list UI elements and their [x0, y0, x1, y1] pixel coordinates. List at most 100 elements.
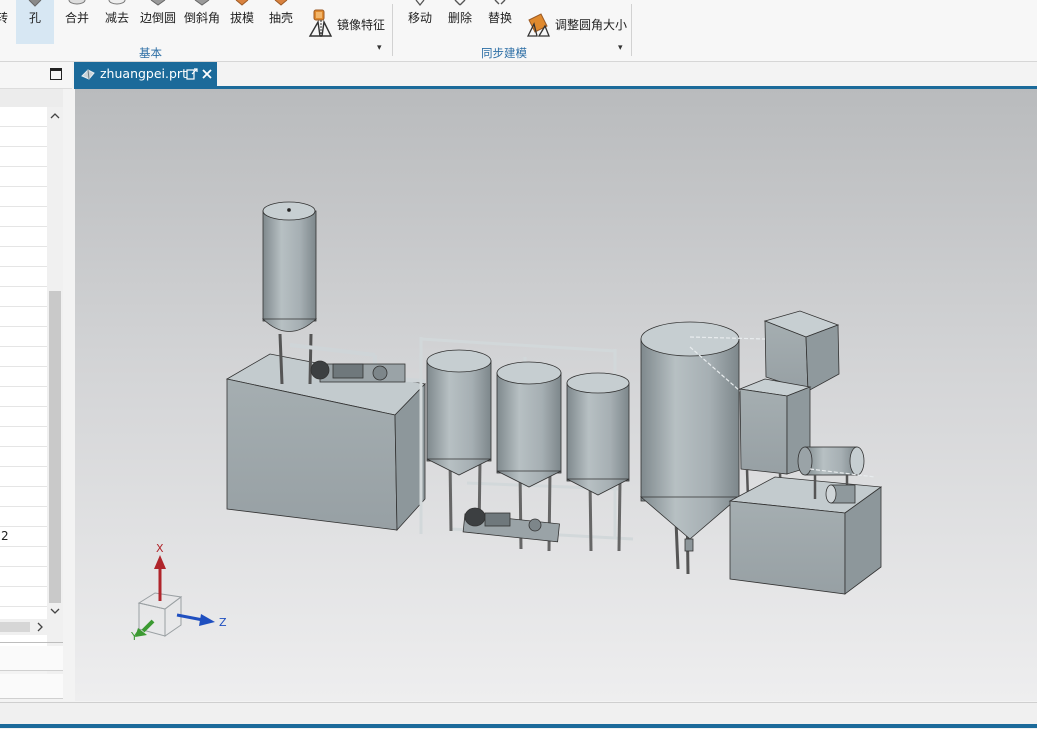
triad-y-label: Y — [130, 630, 138, 643]
right-platform[interactable] — [728, 476, 883, 595]
document-tab-bar: zhuangpei.prt — [74, 62, 1037, 87]
navigator-list: 2 — [0, 107, 47, 665]
sync-group-expand-icon[interactable]: ▾ — [618, 43, 623, 53]
edge-blend-label: 边倒圆 — [139, 11, 176, 25]
mirror-feature-icon — [308, 9, 333, 38]
resize-blend-button[interactable]: 调整圆角大小 — [525, 8, 628, 38]
preview-panel — [0, 674, 63, 699]
chamfer-icon — [194, 0, 210, 6]
unite-label: 合并 — [64, 11, 89, 25]
maximize-icon[interactable] — [50, 68, 62, 80]
list-item[interactable] — [0, 227, 47, 247]
shell-button[interactable]: 抽壳 — [266, 0, 296, 44]
pop-out-icon[interactable] — [186, 68, 198, 80]
list-item[interactable] — [0, 507, 47, 527]
ribbon-separator — [392, 4, 393, 56]
hole-button[interactable]: 孔 — [16, 0, 54, 44]
list-item[interactable] — [0, 427, 47, 447]
resize-blend-icon — [526, 13, 550, 37]
list-item[interactable] — [0, 147, 47, 167]
fermenter-tank-1[interactable] — [426, 349, 492, 535]
move-button[interactable]: 移动 — [403, 0, 437, 44]
unite-button[interactable]: 合并 — [60, 0, 94, 44]
resize-blend-label: 调整圆角大小 — [555, 18, 628, 32]
basic-group-expand-icon[interactable]: ▾ — [377, 43, 382, 53]
list-item[interactable] — [0, 387, 47, 407]
edge-blend-button[interactable]: 边倒圆 — [139, 0, 177, 44]
scroll-down-icon[interactable] — [47, 604, 63, 618]
navigator-vertical-scrollbar[interactable] — [47, 107, 63, 674]
part-file-icon — [81, 69, 95, 80]
list-item[interactable] — [0, 367, 47, 387]
list-item[interactable] — [0, 107, 47, 127]
scroll-up-icon[interactable] — [47, 109, 63, 123]
list-item[interactable] — [0, 247, 47, 267]
list-item[interactable] — [0, 127, 47, 147]
delete-icon — [454, 0, 466, 6]
move-label: 移动 — [407, 11, 432, 25]
chamfer-label: 倒斜角 — [183, 11, 220, 25]
shell-icon — [274, 0, 288, 6]
orientation-triad[interactable]: X Z Y — [125, 539, 245, 649]
list-item[interactable] — [0, 447, 47, 467]
storage-tank-large[interactable] — [639, 321, 741, 575]
mirror-feature-label: 镜像特征 — [337, 18, 386, 32]
list-item[interactable] — [0, 547, 47, 567]
tab-filename: zhuangpei.prt — [100, 66, 187, 81]
ribbon-toolbar: 转 孔 合并 减去 边倒圆 倒斜角 拔模 抽壳 镜像特征 基本 ▾ 移动 删除 … — [0, 0, 1037, 62]
list-item[interactable] — [0, 407, 47, 427]
list-item[interactable] — [0, 307, 47, 327]
shell-label: 抽壳 — [268, 11, 293, 25]
replace-button[interactable]: 替换 — [483, 0, 517, 44]
control-cabinet-upper[interactable] — [763, 310, 840, 392]
triad-x-label: X — [156, 542, 164, 555]
details-panel — [0, 646, 63, 671]
draft-icon — [235, 0, 249, 6]
fermenter-tank-3[interactable] — [566, 372, 630, 552]
navigator-header — [0, 62, 72, 89]
part-navigator: 2 — [0, 62, 72, 703]
hole-icon — [28, 0, 42, 7]
chamfer-button[interactable]: 倒斜角 — [183, 0, 221, 44]
mirror-feature-button[interactable]: 镜像特征 — [307, 8, 387, 38]
scroll-right-icon[interactable] — [33, 619, 47, 635]
list-item[interactable] — [0, 287, 47, 307]
unite-icon — [68, 0, 86, 5]
list-item[interactable] — [0, 167, 47, 187]
hole-label: 孔 — [28, 11, 41, 25]
subtract-button[interactable]: 减去 — [100, 0, 134, 44]
draft-label: 拔模 — [229, 11, 254, 25]
list-item[interactable] — [0, 567, 47, 587]
edge-blend-icon — [150, 0, 166, 6]
list-item[interactable] — [0, 267, 47, 287]
transfer-pump-bottom[interactable] — [462, 507, 560, 543]
replace-label: 替换 — [487, 11, 512, 25]
list-item[interactable] — [0, 487, 47, 507]
document-tab[interactable]: zhuangpei.prt — [74, 62, 217, 87]
subtract-icon — [108, 0, 126, 5]
replace-icon — [494, 0, 506, 5]
rotate-button[interactable]: 转 — [0, 0, 10, 44]
list-item[interactable] — [0, 327, 47, 347]
list-item[interactable] — [0, 587, 47, 607]
graphics-viewport[interactable]: X Z Y — [75, 89, 1037, 701]
close-icon[interactable] — [202, 69, 212, 79]
ribbon-separator — [631, 4, 632, 56]
draft-button[interactable]: 拔模 — [227, 0, 257, 44]
list-item[interactable]: 2 — [0, 527, 47, 547]
move-icon — [415, 0, 425, 7]
delete-label: 删除 — [447, 11, 472, 25]
list-item[interactable] — [0, 207, 47, 227]
triad-z-label: Z — [219, 616, 227, 629]
list-item-value: 2 — [1, 529, 9, 543]
panel-divider — [0, 642, 63, 643]
scroll-thumb[interactable] — [49, 291, 61, 603]
list-item[interactable] — [0, 187, 47, 207]
basic-group-label: 基本 — [139, 46, 162, 60]
list-item[interactable] — [0, 347, 47, 367]
scroll-thumb[interactable] — [0, 622, 30, 632]
status-bar-accent — [0, 724, 1037, 728]
navigator-horizontal-scrollbar[interactable] — [0, 619, 63, 635]
delete-button[interactable]: 删除 — [443, 0, 477, 44]
list-item[interactable] — [0, 467, 47, 487]
